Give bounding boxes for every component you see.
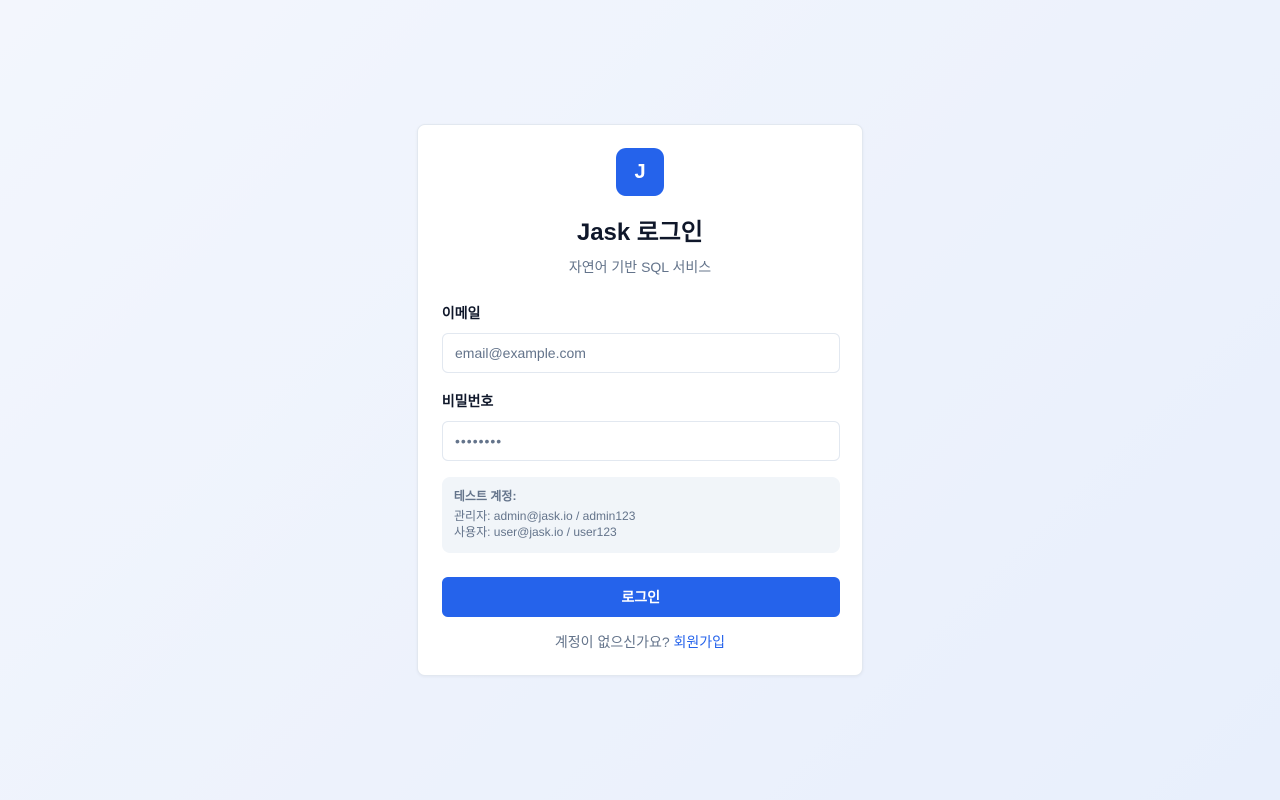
test-accounts-box: 테스트 계정: 관리자: admin@jask.io / admin123 사용…: [442, 477, 840, 553]
signup-prompt: 계정이 없으신가요?: [554, 634, 670, 650]
login-button[interactable]: 로그인: [442, 577, 840, 617]
page-title: Jask 로그인: [576, 219, 704, 246]
signup-row: 계정이 없으신가요? 회원가입: [418, 632, 862, 652]
signup-link[interactable]: 회원가입: [674, 634, 726, 650]
logo-letter: J: [634, 160, 646, 183]
test-accounts-title: 테스트 계정:: [454, 489, 517, 503]
password-label: 비밀번호: [442, 393, 494, 409]
test-account-user: 사용자: user@jask.io / user123: [454, 525, 617, 539]
password-field[interactable]: [442, 421, 840, 461]
email-label: 이메일: [442, 305, 481, 321]
app-logo: J: [616, 148, 664, 196]
test-account-admin: 관리자: admin@jask.io / admin123: [454, 509, 636, 523]
email-field[interactable]: [442, 333, 840, 373]
login-card: J Jask 로그인 자연어 기반 SQL 서비스 이메일 비밀번호 테스트 계…: [417, 124, 863, 676]
page-subtitle: 자연어 기반 SQL 서비스: [568, 259, 712, 275]
